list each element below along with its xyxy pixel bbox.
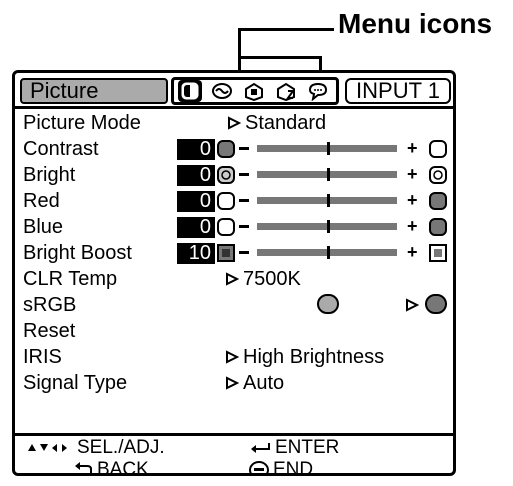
clr-temp-row[interactable]: CLR Temp 7500K bbox=[15, 266, 453, 292]
picture-mode-value[interactable]: Standard bbox=[227, 110, 326, 136]
minus-icon bbox=[239, 147, 249, 150]
blue-low-icon bbox=[217, 218, 235, 236]
bright-row[interactable]: Bright 0 + bbox=[15, 162, 453, 188]
iris-value-text: High Brightness bbox=[243, 346, 385, 368]
input-indicator: INPUT 1 bbox=[345, 78, 451, 104]
callout-line-vertical bbox=[238, 28, 241, 56]
minus-icon bbox=[239, 173, 249, 176]
srgb-on-toggle[interactable] bbox=[317, 294, 339, 314]
blue-row[interactable]: Blue 0 + bbox=[15, 214, 453, 240]
footer-separator bbox=[15, 433, 453, 436]
diamond-arrow-icon bbox=[228, 116, 241, 130]
menu-icons-callout-label: Menu icons bbox=[338, 8, 493, 39]
contrast-row[interactable]: Contrast 0 + bbox=[15, 136, 453, 162]
contrast-label: Contrast bbox=[23, 138, 99, 160]
signal-type-value-text: Auto bbox=[243, 372, 285, 394]
enter-icon bbox=[251, 443, 270, 453]
callout-bracket bbox=[238, 56, 322, 70]
clr-temp-value-text: 7500K bbox=[243, 268, 301, 290]
minus-icon bbox=[239, 251, 249, 254]
iris-value[interactable]: High Brightness bbox=[225, 344, 384, 370]
diamond-arrow-icon bbox=[226, 350, 239, 364]
bright-boost-label: Bright Boost bbox=[23, 242, 132, 264]
bright-label: Bright bbox=[23, 164, 76, 186]
contrast-slider[interactable] bbox=[257, 142, 397, 155]
bright-slider[interactable] bbox=[257, 168, 397, 181]
red-low-icon bbox=[217, 192, 235, 210]
header-separator bbox=[15, 106, 453, 109]
diamond-arrow-icon bbox=[226, 272, 239, 286]
end-text: END bbox=[273, 459, 314, 476]
bright-boost-row[interactable]: Bright Boost 10 + bbox=[15, 240, 453, 266]
red-high-icon bbox=[429, 192, 447, 210]
back-text: BACK bbox=[97, 459, 149, 476]
plus-icon: + bbox=[407, 164, 418, 184]
picture-menu-icon[interactable] bbox=[178, 80, 202, 102]
enter-hint: ENTER bbox=[249, 437, 339, 459]
minus-icon bbox=[239, 199, 249, 202]
callout-line bbox=[238, 28, 334, 31]
back-hint: BACK bbox=[73, 459, 149, 476]
contrast-high-icon bbox=[429, 140, 447, 158]
plus-icon: + bbox=[407, 242, 418, 262]
signal-type-value[interactable]: Auto bbox=[225, 370, 284, 396]
back-icon bbox=[75, 462, 92, 473]
red-slider-marker[interactable] bbox=[327, 194, 330, 207]
reset-row[interactable]: Reset bbox=[15, 318, 453, 344]
contrast-low-icon bbox=[217, 140, 235, 158]
bright-slider-marker[interactable] bbox=[327, 168, 330, 181]
diamond-arrow-icon bbox=[406, 298, 419, 312]
signal-type-row[interactable]: Signal Type Auto bbox=[15, 370, 453, 396]
clr-temp-value[interactable]: 7500K bbox=[225, 266, 301, 292]
menu-button-icon bbox=[249, 461, 269, 473]
diamond-arrow-icon bbox=[226, 376, 239, 390]
enter-text: ENTER bbox=[275, 437, 340, 458]
bright-boost-slider-marker[interactable] bbox=[327, 246, 330, 259]
blue-value: 0 bbox=[177, 217, 215, 238]
bright-low-icon bbox=[217, 166, 235, 184]
iris-row[interactable]: IRIS High Brightness bbox=[15, 344, 453, 370]
bright-boost-value: 10 bbox=[177, 243, 215, 264]
options2-menu-icon[interactable] bbox=[274, 80, 298, 102]
plus-icon: + bbox=[407, 138, 418, 158]
contrast-value: 0 bbox=[177, 139, 215, 160]
bright-value: 0 bbox=[177, 165, 215, 186]
blue-high-icon bbox=[429, 218, 447, 236]
reset-label: Reset bbox=[23, 320, 76, 342]
bright-boost-slider[interactable] bbox=[257, 246, 397, 259]
plus-icon: + bbox=[407, 190, 418, 210]
contrast-slider-marker[interactable] bbox=[327, 142, 330, 155]
blue-slider[interactable] bbox=[257, 220, 397, 233]
srgb-label: sRGB bbox=[23, 294, 77, 316]
picture-mode-row[interactable]: Picture Mode Standard bbox=[15, 110, 453, 136]
tab-picture[interactable]: Picture bbox=[20, 78, 168, 104]
minus-icon bbox=[239, 225, 249, 228]
red-label: Red bbox=[23, 190, 60, 212]
srgb-row[interactable]: sRGB bbox=[15, 292, 453, 318]
red-slider[interactable] bbox=[257, 194, 397, 207]
bright-boost-high-icon bbox=[429, 244, 447, 262]
plus-icon: + bbox=[407, 216, 418, 236]
iris-label: IRIS bbox=[23, 346, 62, 368]
language-menu-icon[interactable] bbox=[306, 80, 330, 102]
bright-high-icon bbox=[429, 166, 447, 184]
red-row[interactable]: Red 0 + bbox=[15, 188, 453, 214]
options1-menu-icon[interactable] bbox=[242, 80, 266, 102]
red-value: 0 bbox=[177, 191, 215, 212]
srgb-off-toggle[interactable] bbox=[425, 294, 447, 314]
end-hint: END bbox=[249, 459, 314, 476]
signal-type-label: Signal Type bbox=[23, 372, 128, 394]
picture-mode-value-text: Standard bbox=[245, 112, 327, 134]
sel-adj-text: SEL./ADJ. bbox=[77, 437, 165, 458]
bright-boost-low-icon bbox=[217, 244, 235, 262]
blue-slider-marker[interactable] bbox=[327, 220, 330, 233]
sel-adj-hint: SEL./ADJ. bbox=[27, 437, 165, 459]
audio-menu-icon[interactable] bbox=[210, 80, 234, 102]
clr-temp-label: CLR Temp bbox=[23, 268, 118, 290]
blue-label: Blue bbox=[23, 216, 64, 238]
picture-mode-label: Picture Mode bbox=[23, 112, 141, 134]
menu-icon-bar bbox=[171, 77, 339, 105]
arrow-keys-icon bbox=[28, 444, 67, 452]
osd-menu-panel: Picture INPUT 1 Picture Mode Standard Co… bbox=[12, 70, 456, 476]
